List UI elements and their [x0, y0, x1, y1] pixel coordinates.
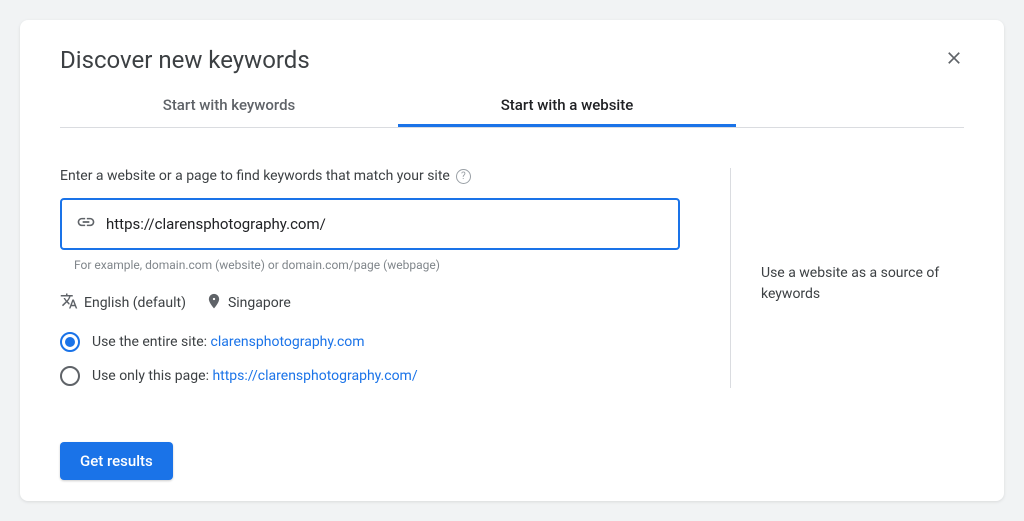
- info-text: Use a website as a source of keywords: [761, 263, 964, 305]
- url-input-wrapper[interactable]: [60, 198, 680, 250]
- close-icon: [944, 48, 964, 68]
- radio-unselected-icon: [60, 366, 80, 386]
- radio-entire-text: Use the entire site: clarensphotography.…: [92, 334, 365, 350]
- field-label: Enter a website or a page to find keywor…: [60, 168, 450, 184]
- location-text: Singapore: [228, 295, 291, 311]
- location-icon: [206, 293, 222, 313]
- link-icon: [76, 212, 96, 236]
- content: Enter a website or a page to find keywor…: [60, 168, 964, 480]
- language-text: English (default): [84, 295, 186, 311]
- info-column: Use a website as a source of keywords: [730, 168, 964, 388]
- entire-site-link: clarensphotography.com: [211, 334, 365, 350]
- form-column: Enter a website or a page to find keywor…: [60, 168, 700, 480]
- field-label-row: Enter a website or a page to find keywor…: [60, 168, 700, 184]
- help-icon[interactable]: ?: [456, 169, 471, 184]
- cta-row: Get results: [60, 442, 700, 480]
- translate-icon: [60, 292, 78, 314]
- page-url-link: https://clarensphotography.com/: [212, 368, 417, 384]
- tabs: Start with keywords Start with a website: [60, 84, 964, 128]
- radio-this-page[interactable]: Use only this page: https://clarensphoto…: [60, 366, 700, 386]
- get-results-button[interactable]: Get results: [60, 442, 173, 480]
- tab-website[interactable]: Start with a website: [398, 84, 736, 127]
- radio-selected-icon: [60, 332, 80, 352]
- url-input[interactable]: [106, 215, 664, 233]
- language-selector[interactable]: English (default): [60, 292, 186, 314]
- location-selector[interactable]: Singapore: [206, 293, 291, 313]
- tab-keywords[interactable]: Start with keywords: [60, 84, 398, 127]
- radio-page-text: Use only this page: https://clarensphoto…: [92, 368, 418, 384]
- meta-row: English (default) Singapore: [60, 292, 700, 314]
- header: Discover new keywords: [60, 46, 964, 74]
- dialog-card: Discover new keywords Start with keyword…: [20, 20, 1004, 501]
- radio-entire-site[interactable]: Use the entire site: clarensphotography.…: [60, 332, 700, 352]
- input-hint: For example, domain.com (website) or dom…: [74, 258, 700, 272]
- page-title: Discover new keywords: [60, 46, 310, 74]
- close-button[interactable]: [944, 48, 964, 72]
- radio-group: Use the entire site: clarensphotography.…: [60, 332, 700, 386]
